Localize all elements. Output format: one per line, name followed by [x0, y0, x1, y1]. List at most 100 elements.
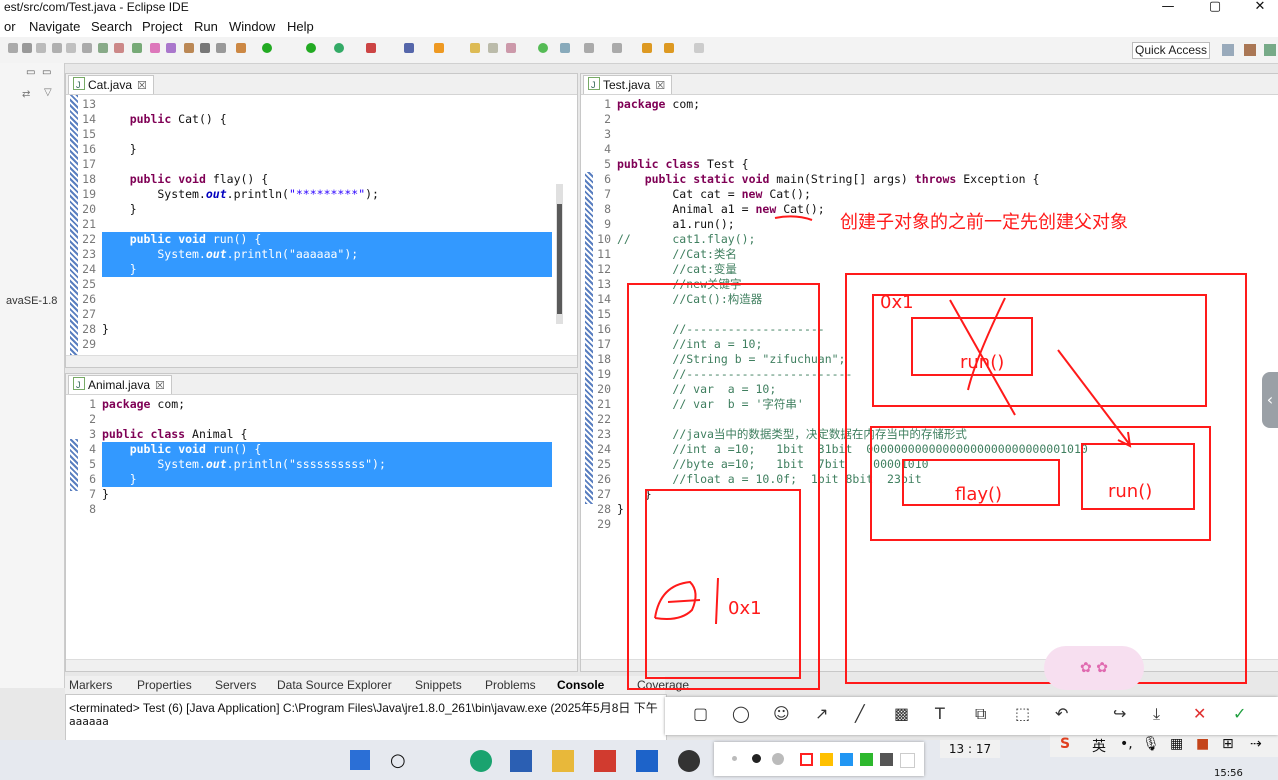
- start-icon[interactable]: [350, 750, 370, 770]
- test-code-line[interactable]: 13 //new关键字: [593, 277, 1263, 292]
- folder-icon[interactable]: [470, 43, 480, 53]
- cat-code-line[interactable]: 23 System.out.println("aaaaaa");: [78, 247, 558, 262]
- size-large-dot[interactable]: [772, 753, 784, 765]
- test-code-line[interactable]: 6 public static void main(String[] args)…: [593, 172, 1263, 187]
- cat-code-line[interactable]: 28}: [78, 322, 558, 337]
- menu-item-source[interactable]: or: [4, 19, 16, 34]
- test-code-line[interactable]: 10 // cat1.flay();: [593, 232, 1263, 247]
- close-icon[interactable]: ✕: [1193, 704, 1206, 723]
- test-code-line[interactable]: 24 //int a =10; 1bit 31bit 0000000000000…: [593, 442, 1263, 457]
- globe-icon[interactable]: [538, 43, 548, 53]
- swatch-white[interactable]: [900, 753, 915, 768]
- emoji-tool-icon[interactable]: ☺: [773, 704, 790, 723]
- keyboard-icon[interactable]: ▦: [1170, 736, 1183, 752]
- test-code-line[interactable]: 19 //------------------------: [593, 367, 1263, 382]
- cat-code-area[interactable]: 13 14 public Cat() {15 16 } 17 18 public voi…: [78, 97, 558, 352]
- menu-item-search[interactable]: Search: [91, 19, 132, 34]
- ime-language[interactable]: 英: [1092, 736, 1106, 756]
- test-horizontal-scrollbar[interactable]: [581, 659, 1278, 671]
- quick-access-input[interactable]: Quick Access: [1132, 42, 1211, 59]
- save-icon[interactable]: ⤓: [1153, 704, 1160, 724]
- close-tab-icon[interactable]: ☒: [655, 80, 665, 92]
- cat-horizontal-scrollbar[interactable]: [66, 355, 577, 367]
- test-code-line[interactable]: 12 //cat:变量: [593, 262, 1263, 277]
- text-tool-icon[interactable]: T: [935, 704, 945, 723]
- toolbar-icon[interactable]: [150, 43, 160, 53]
- tab-servers[interactable]: Servers: [215, 678, 256, 692]
- animal-breakpoint-ruler[interactable]: [70, 439, 78, 491]
- swatch-green[interactable]: [860, 753, 873, 766]
- toolbar-icon[interactable]: [8, 43, 18, 53]
- toolbar-icon[interactable]: [66, 43, 76, 53]
- cat-breakpoint-ruler[interactable]: [70, 95, 78, 367]
- maximize-button[interactable]: ▢: [1197, 0, 1233, 15]
- sogou-icon[interactable]: S: [1060, 736, 1070, 752]
- app-icon[interactable]: [594, 750, 616, 772]
- open-type-icon[interactable]: [434, 43, 444, 53]
- minimize-button[interactable]: —: [1150, 0, 1186, 15]
- test-code-line[interactable]: 3: [593, 127, 1263, 142]
- search-icon[interactable]: [560, 43, 570, 53]
- swatch-yellow[interactable]: [820, 753, 833, 766]
- toolbar-icon[interactable]: [216, 43, 226, 53]
- toolbar-icon[interactable]: [22, 43, 32, 53]
- jre-library-label[interactable]: avaSE-1.8: [6, 295, 57, 307]
- undo-icon[interactable]: ↶: [1055, 704, 1068, 723]
- swatch-red[interactable]: [800, 753, 813, 766]
- menu-item-project[interactable]: Project: [142, 19, 182, 34]
- cat-code-line[interactable]: 17: [78, 157, 558, 172]
- skin-icon[interactable]: ■: [1196, 736, 1209, 752]
- tab-coverage[interactable]: Coverage: [637, 678, 689, 692]
- cat-vertical-scrollbar[interactable]: [556, 184, 563, 324]
- cat-code-line[interactable]: 25: [78, 277, 558, 292]
- menu-item-run[interactable]: Run: [194, 19, 218, 34]
- ime-more-icon[interactable]: ⇢: [1250, 736, 1262, 752]
- next-annotation-icon[interactable]: [584, 43, 594, 53]
- search-icon[interactable]: ○: [390, 750, 406, 771]
- cat-code-line[interactable]: 21: [78, 217, 558, 232]
- cat-code-line[interactable]: 29: [78, 337, 558, 352]
- run-icon[interactable]: [306, 43, 316, 53]
- back-icon[interactable]: [642, 43, 652, 53]
- minimize-view-icon[interactable]: ▭: [26, 67, 35, 78]
- toolbar-icon[interactable]: [98, 43, 108, 53]
- tab-console[interactable]: Console: [557, 678, 604, 692]
- cat-code-line[interactable]: 27: [78, 307, 558, 322]
- test-code-area[interactable]: 1 package com; 2 3 4 5 public class Test {6 pu…: [593, 97, 1263, 532]
- external-tools-icon[interactable]: [366, 43, 376, 53]
- swatch-blue[interactable]: [840, 753, 853, 766]
- cat-code-line[interactable]: 20 }: [78, 202, 558, 217]
- menu-item-help[interactable]: Help: [287, 19, 314, 34]
- test-code-line[interactable]: 8 Animal a1 = new Cat();: [593, 202, 1263, 217]
- close-tab-icon[interactable]: ☒: [155, 380, 165, 392]
- test-code-line[interactable]: 15: [593, 307, 1263, 322]
- test-code-line[interactable]: 14 //Cat():构造器: [593, 292, 1263, 307]
- animal-code-area[interactable]: 1 package com; 2 3 public class Animal {4 pu…: [78, 397, 558, 517]
- rectangle-tool-icon[interactable]: ▢: [693, 704, 708, 723]
- test-code-line[interactable]: 16 //--------------------: [593, 322, 1263, 337]
- test-code-line[interactable]: 11 //Cat:类名: [593, 247, 1263, 262]
- app-icon[interactable]: [636, 750, 658, 772]
- toolbar-icon[interactable]: [82, 43, 92, 53]
- circle-tool-icon[interactable]: ◯: [732, 704, 750, 723]
- toolbar-icon[interactable]: [166, 43, 176, 53]
- test-code-line[interactable]: 9 a1.run();: [593, 217, 1263, 232]
- line-tool-icon[interactable]: ╱: [855, 704, 865, 723]
- prev-annotation-icon[interactable]: [612, 43, 622, 53]
- debug-perspective-icon[interactable]: [1264, 44, 1276, 56]
- tab-test-java[interactable]: Test.java ☒: [583, 75, 673, 94]
- punctuation-icon[interactable]: •,: [1120, 736, 1133, 752]
- eclipse-icon[interactable]: [678, 750, 700, 772]
- test-code-line[interactable]: 29: [593, 517, 1263, 532]
- blur-tool-icon[interactable]: ⬚: [1015, 704, 1030, 723]
- toolbar-icon[interactable]: [236, 43, 246, 53]
- toolbar-icon[interactable]: [694, 43, 704, 53]
- test-code-line[interactable]: 18 //String b = "zifuchuan";: [593, 352, 1263, 367]
- test-code-line[interactable]: 26 //float a = 10.0f; 1bit 8bit 23bit: [593, 472, 1263, 487]
- tab-animal-java[interactable]: Animal.java ☒: [68, 375, 172, 394]
- console-view[interactable]: <terminated> Test (6) [Java Application]…: [65, 694, 667, 742]
- cat-code-line[interactable]: 19 System.out.println("*********");: [78, 187, 558, 202]
- maximize-view-icon[interactable]: ▭: [42, 67, 51, 78]
- taskbar-clock[interactable]: 15:56: [1214, 768, 1243, 779]
- toolbar-icon[interactable]: [184, 43, 194, 53]
